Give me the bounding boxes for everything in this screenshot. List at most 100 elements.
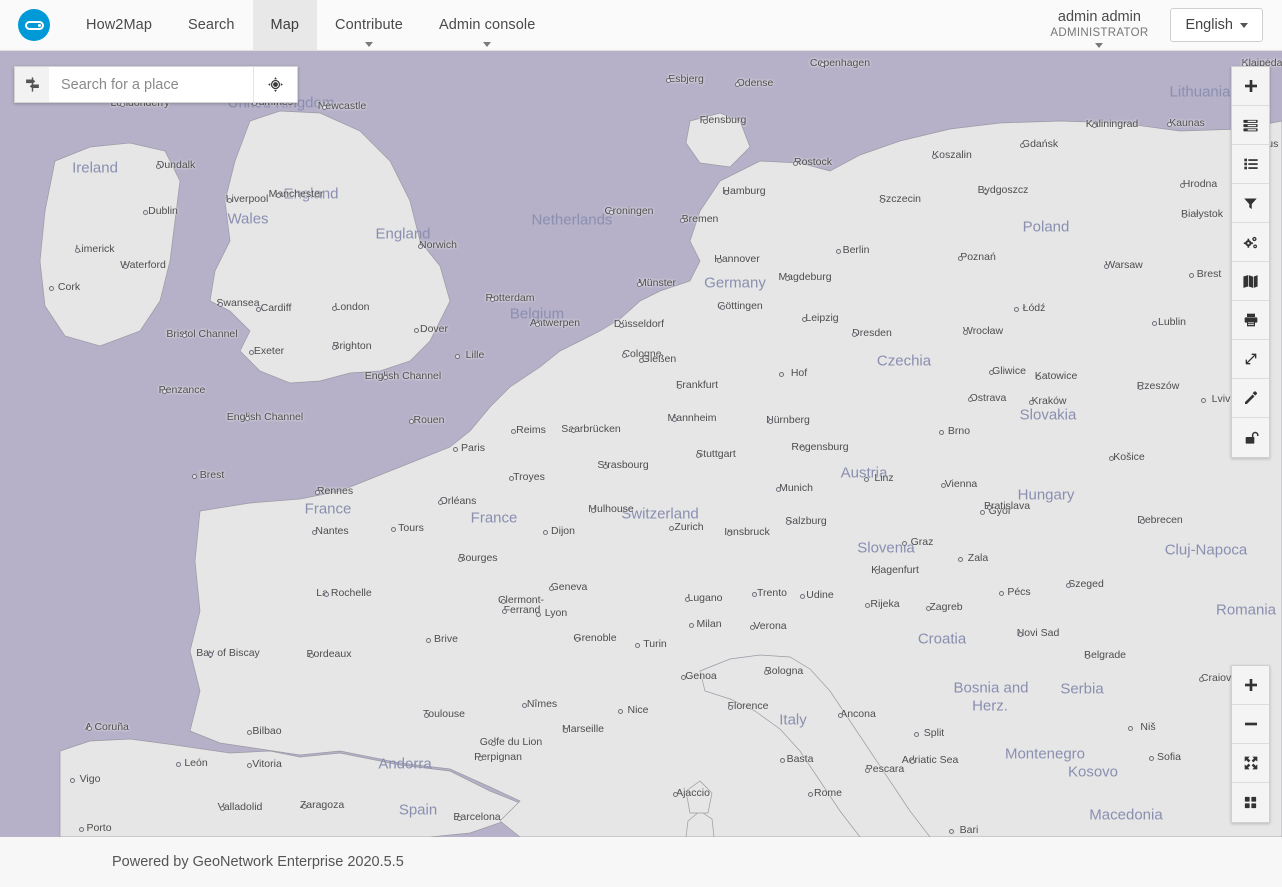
city-label: Novi Sad [1016, 627, 1060, 639]
city-label: Białystok [1180, 208, 1224, 220]
city-label: Belgrade [1083, 649, 1127, 661]
layers-button[interactable] [1232, 106, 1269, 145]
city-label: Golfe du Lion [479, 736, 543, 748]
city-marker [1201, 398, 1206, 403]
city-label: Brive [434, 633, 458, 645]
city-label: Salzburg [785, 515, 827, 527]
geonetwork-logo-icon[interactable] [18, 9, 50, 41]
city-marker [49, 286, 54, 291]
city-marker [914, 732, 919, 737]
city-marker [563, 728, 568, 733]
graticule-button[interactable] [1232, 783, 1269, 822]
country-label: Montenegro [1004, 745, 1086, 763]
nav-label: Admin console [438, 17, 536, 33]
city-label: Brest [1196, 268, 1222, 280]
nav-item-how2map[interactable]: How2Map [68, 0, 170, 50]
city-marker [958, 256, 963, 261]
city-label: Marseille [561, 723, 605, 735]
header-right-group: admin admin ADMINISTRATOR English [1050, 0, 1282, 50]
add-layer-button[interactable] [1232, 67, 1269, 106]
city-label: Münster [638, 277, 676, 289]
city-label: Lugano [687, 592, 723, 604]
print-button[interactable] [1232, 301, 1269, 340]
city-label: Genoa [685, 670, 717, 682]
main-nav: How2Map Search Map Contribute Admin cons… [68, 0, 553, 50]
city-label: Dresden [852, 327, 892, 339]
language-label: English [1185, 17, 1233, 33]
city-label: Ancona [840, 708, 876, 720]
city-label: Toulouse [422, 708, 466, 720]
nav-item-admin-console[interactable]: Admin console [421, 0, 553, 50]
zoom-out-button[interactable] [1232, 705, 1269, 744]
signpost-icon[interactable] [14, 66, 49, 103]
crosshair-icon[interactable] [253, 66, 298, 103]
city-label: Vigo [79, 773, 101, 785]
city-marker [968, 397, 973, 402]
city-label: Nantes [315, 525, 349, 537]
city-marker [1104, 264, 1109, 269]
nav-item-map[interactable]: Map [252, 0, 318, 50]
annotate-button[interactable] [1232, 379, 1269, 418]
city-marker [865, 603, 870, 608]
search-input[interactable] [49, 66, 253, 103]
city-label: Katowice [1034, 370, 1078, 382]
city-marker [409, 419, 414, 424]
nav-label: Contribute [335, 17, 403, 33]
legend-button[interactable] [1232, 145, 1269, 184]
nav-item-contribute[interactable]: Contribute [317, 0, 421, 50]
city-marker [192, 474, 197, 479]
city-marker [502, 609, 507, 614]
city-label: Gießen [641, 353, 677, 365]
city-marker [322, 105, 327, 110]
zoom-in-button[interactable] [1232, 666, 1269, 705]
processes-button[interactable] [1232, 223, 1269, 262]
city-marker [1029, 400, 1034, 405]
country-label: Germany [704, 274, 766, 292]
city-marker [256, 307, 261, 312]
city-label: Limerick [75, 243, 115, 255]
user-name: admin admin [1057, 8, 1141, 25]
city-marker [549, 586, 554, 591]
city-label: Nîmes [526, 698, 558, 710]
city-marker [750, 625, 755, 630]
city-label: Vitoria [252, 758, 282, 770]
city-marker [332, 306, 337, 311]
city-marker [220, 806, 225, 811]
sync-layers-button[interactable] [1232, 418, 1269, 457]
city-marker [426, 638, 431, 643]
city-marker [1085, 654, 1090, 659]
city-marker [302, 804, 307, 809]
city-label: Cork [57, 281, 81, 293]
user-role: ADMINISTRATOR [1050, 26, 1149, 39]
city-marker [963, 330, 968, 335]
country-label: Lithuania [1169, 83, 1231, 101]
city-label: Ajaccio [676, 787, 710, 799]
city-marker [669, 526, 674, 531]
city-label: Reims [516, 424, 546, 436]
country-label: France [304, 500, 352, 518]
filter-button[interactable] [1232, 184, 1269, 223]
map-canvas[interactable]: .land{fill:#e6e6e6;stroke:#9a9aa4;stroke… [0, 51, 1282, 837]
city-label: Copenhagen [809, 57, 871, 69]
city-marker [1180, 183, 1185, 188]
city-label: Łódź [1022, 302, 1046, 314]
zoom-to-extent-button[interactable] [1232, 744, 1269, 783]
language-selector[interactable]: English [1170, 8, 1263, 42]
city-label: Graz [910, 536, 934, 548]
city-label: Bilbao [252, 725, 282, 737]
nav-item-search[interactable]: Search [170, 0, 253, 50]
city-label: Brighton [332, 340, 372, 352]
city-marker [543, 530, 548, 535]
city-marker [637, 282, 642, 287]
contexts-button[interactable] [1232, 262, 1269, 301]
city-label: Basta [786, 753, 814, 765]
city-marker [218, 302, 223, 307]
user-menu[interactable]: admin admin ADMINISTRATOR [1050, 8, 1149, 48]
city-marker [603, 464, 608, 469]
city-marker [438, 500, 443, 505]
logo-container[interactable] [0, 0, 68, 50]
city-marker [820, 62, 825, 67]
measure-button[interactable] [1232, 340, 1269, 379]
city-marker [453, 447, 458, 452]
city-label: Ferrand [503, 604, 541, 616]
